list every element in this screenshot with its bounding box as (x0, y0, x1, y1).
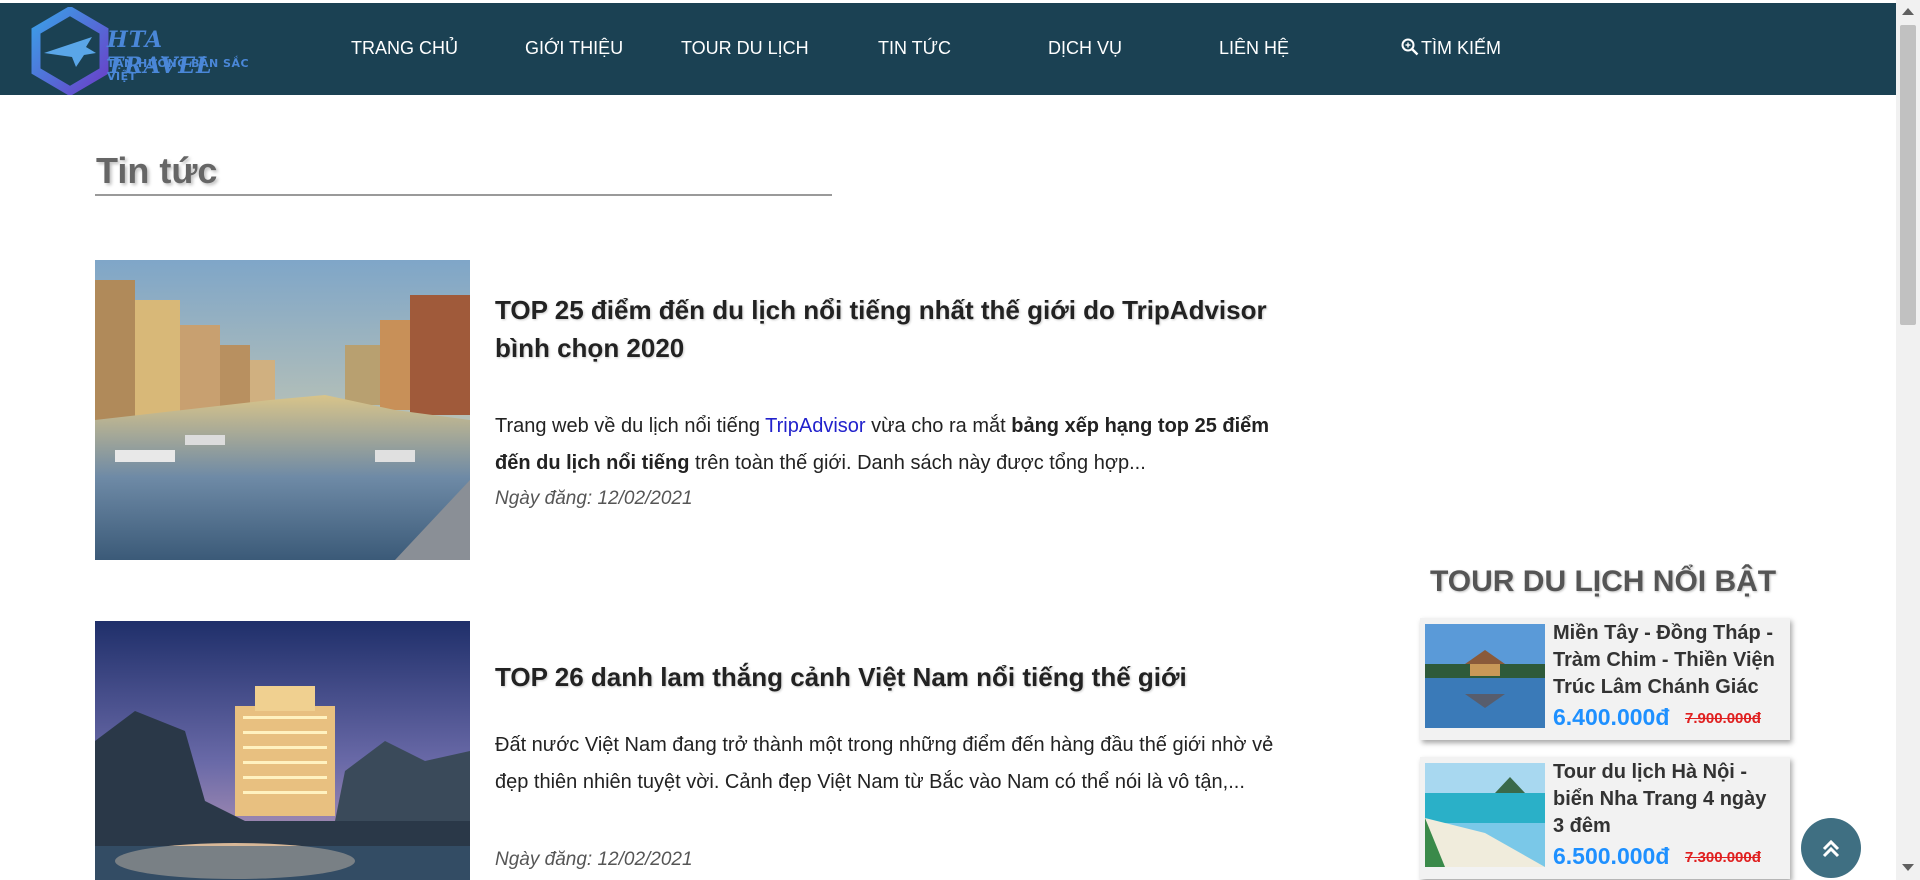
tripadvisor-link[interactable]: TripAdvisor (765, 415, 865, 437)
beach-image (1425, 763, 1545, 867)
article-thumbnail[interactable] (95, 621, 470, 880)
article-title[interactable]: TOP 26 danh lam thắng cảnh Việt Nam nổi … (495, 658, 1295, 696)
chevrons-up-icon (1822, 839, 1840, 858)
nav-item-trang-chu[interactable]: TRANG CHỦ (351, 38, 458, 59)
tour-name: Miền Tây - Đồng Tháp - Tràm Chim - Thiền… (1553, 622, 1775, 698)
temple-lake-image (1425, 624, 1545, 728)
article-description: Trang web về du lịch nổi tiếng TripAdvis… (495, 408, 1295, 482)
nav-item-tin-tuc[interactable]: TIN TỨC (878, 38, 951, 59)
tour-name: Tour du lịch Hà Nội - biển Nha Trang 4 n… (1553, 761, 1767, 837)
tour-price: 6.500.000đ (1553, 843, 1670, 869)
nav-item-lien-he[interactable]: LIÊN HỆ (1219, 38, 1289, 59)
main-nav: TRANG CHỦ GIỚI THIỆU TOUR DU LỊCH TIN TỨ… (0, 3, 1896, 95)
canal-city-image (95, 260, 470, 560)
featured-tours-title: TOUR DU LỊCH NỔI BẬT (1430, 565, 1777, 598)
back-to-top-button[interactable] (1801, 818, 1861, 878)
article-date: Ngày đăng: 12/02/2021 (495, 488, 693, 509)
resort-night-image (95, 621, 470, 880)
tour-old-price: 7.300.000đ (1685, 849, 1761, 866)
article-title[interactable]: TOP 25 điểm đến du lịch nổi tiếng nhất t… (495, 291, 1295, 367)
nav-item-dich-vu[interactable]: DỊCH VỤ (1048, 38, 1122, 59)
nav-item-search[interactable]: TÌM KIẾM (1401, 38, 1501, 59)
tour-thumbnail (1425, 624, 1545, 728)
desc-text: vừa cho ra mắt (865, 415, 1012, 437)
tour-card[interactable]: Miền Tây - Đồng Tháp - Tràm Chim - Thiền… (1420, 618, 1790, 740)
desc-text: trên toàn thế giới. Danh sách này được t… (689, 452, 1146, 474)
nav-item-gioi-thieu[interactable]: GIỚI THIỆU (525, 38, 623, 59)
vertical-scrollbar[interactable] (1896, 0, 1920, 880)
article-description: Đất nước Việt Nam đang trở thành một tro… (495, 734, 1274, 793)
scroll-up-arrow[interactable] (1902, 8, 1914, 15)
page: HTA TRAVEL TẬN HƯỞNG BẢN SẮC VIỆT TRANG … (0, 0, 1920, 880)
tour-old-price: 7.900.000đ (1685, 710, 1761, 727)
search-label: TÌM KIẾM (1421, 38, 1501, 58)
scrollbar-thumb[interactable] (1900, 25, 1916, 325)
article-date: Ngày đăng: 12/02/2021 (495, 849, 693, 870)
title-underline (95, 194, 832, 196)
desc-text: Trang web về du lịch nổi tiếng (495, 415, 766, 437)
tour-card[interactable]: Tour du lịch Hà Nội - biển Nha Trang 4 n… (1420, 757, 1790, 879)
top-navbar: HTA TRAVEL TẬN HƯỞNG BẢN SẮC VIỆT TRANG … (0, 3, 1896, 97)
article-thumbnail[interactable] (95, 260, 470, 560)
tour-price: 6.400.000đ (1553, 704, 1670, 730)
search-icon (1401, 38, 1419, 56)
tour-thumbnail (1425, 763, 1545, 867)
nav-item-tour-du-lich[interactable]: TOUR DU LỊCH (681, 38, 809, 59)
page-title: Tin tức (96, 150, 218, 191)
scroll-down-arrow[interactable] (1902, 864, 1914, 871)
